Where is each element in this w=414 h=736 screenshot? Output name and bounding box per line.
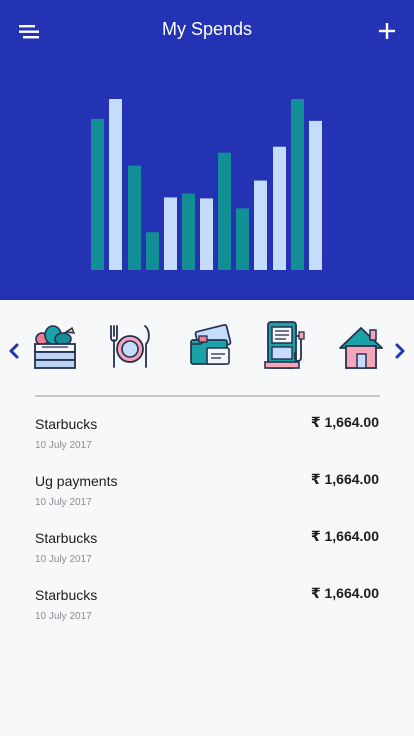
chart-bar xyxy=(128,165,141,270)
plus-icon[interactable] xyxy=(376,20,398,42)
chart-bar xyxy=(236,208,249,270)
transaction-row[interactable]: Starbucks 10 July 2017 ₹ 1,664.00 xyxy=(35,414,380,460)
chart-bar xyxy=(254,180,267,270)
transaction-amount: ₹ 1,664.00 xyxy=(310,585,379,601)
page-title: My Spends xyxy=(161,19,253,39)
house-icon[interactable] xyxy=(338,320,384,370)
wallet-cards-icon[interactable] xyxy=(187,320,233,370)
divider xyxy=(35,395,380,397)
groceries-crate-icon[interactable] xyxy=(32,320,78,370)
plate-fork-knife-icon[interactable] xyxy=(107,320,153,370)
transaction-row[interactable]: Starbucks 10 July 2017 ₹ 1,664.00 xyxy=(35,528,380,574)
transaction-row[interactable]: Starbucks 10 July 2017 ₹ 1,664.00 xyxy=(35,585,380,631)
transaction-name: Ug payments xyxy=(35,473,118,489)
transaction-name: Starbucks xyxy=(35,416,98,432)
chart-bar xyxy=(218,152,231,270)
transaction-name: Starbucks xyxy=(35,587,98,603)
chart-bar xyxy=(273,146,286,270)
chevron-right-icon[interactable] xyxy=(392,340,408,362)
chart-bar xyxy=(91,118,104,270)
chart-bar xyxy=(146,232,159,270)
chart-bar xyxy=(291,99,304,270)
chart-bar xyxy=(309,120,322,270)
transaction-date: 10 July 2017 xyxy=(35,497,92,508)
chart-bar xyxy=(200,198,213,270)
transaction-amount: ₹ 1,664.00 xyxy=(310,471,379,487)
transaction-amount: ₹ 1,664.00 xyxy=(310,528,379,544)
transaction-row[interactable]: Ug payments 10 July 2017 ₹ 1,664.00 xyxy=(35,471,380,517)
transaction-date: 10 July 2017 xyxy=(35,554,92,565)
chart-bar xyxy=(164,197,177,270)
transaction-amount: ₹ 1,664.00 xyxy=(310,414,379,430)
header: My Spends xyxy=(0,0,414,300)
category-carousel xyxy=(0,310,414,380)
transaction-date: 10 July 2017 xyxy=(35,611,92,622)
transaction-name: Starbucks xyxy=(35,530,98,546)
chevron-left-icon[interactable] xyxy=(6,340,22,362)
spend-bar-chart xyxy=(91,99,322,270)
fuel-pump-icon[interactable] xyxy=(262,320,308,370)
transaction-date: 10 July 2017 xyxy=(35,440,92,451)
chart-bar xyxy=(182,193,195,270)
chart-bar xyxy=(109,99,122,270)
